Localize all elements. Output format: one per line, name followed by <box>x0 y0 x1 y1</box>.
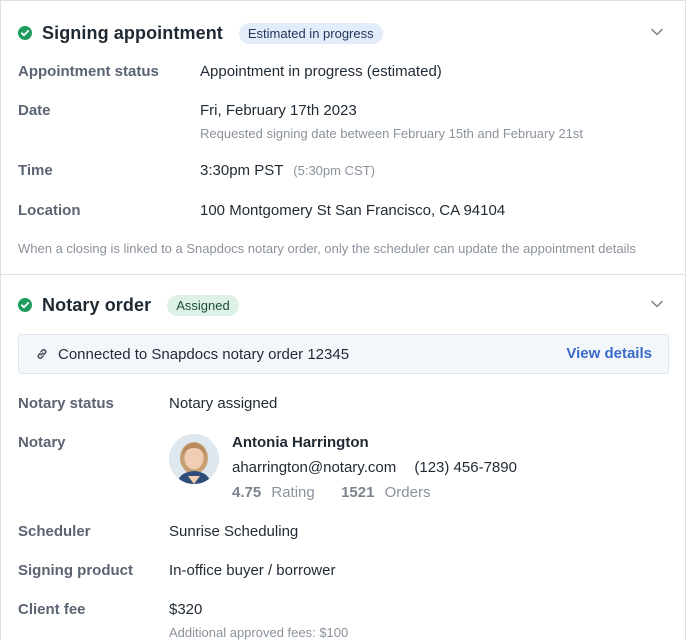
field-value: Fri, February 17th 2023 <box>200 102 357 119</box>
field-subtext: Requested signing date between February … <box>200 126 584 141</box>
rating-label: Rating <box>271 484 315 501</box>
chevron-down-icon[interactable] <box>650 25 664 39</box>
notary-order-header[interactable]: Notary order Assigned <box>18 291 668 319</box>
check-circle-icon <box>18 26 32 40</box>
field-value: 100 Montgomery St San Francisco, CA 9410… <box>200 202 506 219</box>
connected-order-notice: Connected to Snapdocs notary order 12345… <box>18 334 669 374</box>
field-value: $320 <box>169 601 203 618</box>
notary-phone: (123) 456-7890 <box>414 459 517 476</box>
field-label: Date <box>18 102 51 119</box>
field-label: Signing product <box>18 562 133 579</box>
order-details-panel: Signing appointment Estimated in progres… <box>0 0 686 640</box>
status-badge: Estimated in progress <box>238 22 383 44</box>
signing-appointment-section: Signing appointment Estimated in progres… <box>1 1 685 275</box>
view-details-link[interactable]: View details <box>566 345 652 362</box>
field-label: Client fee <box>18 601 86 618</box>
status-badge: Assigned <box>167 294 239 316</box>
notary-photo <box>169 434 219 484</box>
field-value: Appointment in progress (estimated) <box>200 63 442 80</box>
check-circle-icon <box>18 298 32 312</box>
section-title: Signing appointment <box>42 22 223 43</box>
field-label: Time <box>18 162 53 179</box>
field-value: Sunrise Scheduling <box>169 523 299 540</box>
notary-stats: 4.75 Rating 1521 Orders <box>232 484 430 501</box>
notary-row: Notary Antonia Harrington aharrington@no… <box>18 434 668 504</box>
field-label: Appointment status <box>18 63 159 80</box>
time-value: 3:30pm PST <box>200 162 284 179</box>
avatar <box>169 434 219 484</box>
section-title: Notary order <box>42 294 152 315</box>
appointment-note: When a closing is linked to a Snapdocs n… <box>18 241 636 256</box>
link-icon <box>37 349 47 359</box>
notary-order-section: Notary order Assigned Connected to Snapd… <box>1 275 685 640</box>
field-value: 3:30pm PST (5:30pm CST) <box>200 162 375 179</box>
field-label: Notary status <box>18 395 114 412</box>
orders-value: 1521 <box>341 484 375 501</box>
notary-email: aharrington@notary.com <box>232 459 397 476</box>
notary-name: Antonia Harrington <box>232 434 369 451</box>
chevron-down-icon[interactable] <box>650 297 664 311</box>
orders-label: Orders <box>384 484 431 501</box>
field-value: In-office buyer / borrower <box>169 562 336 579</box>
notice-text: Connected to Snapdocs notary order 12345 <box>58 345 350 363</box>
field-label: Scheduler <box>18 523 91 540</box>
notary-contact: aharrington@notary.com (123) 456-7890 <box>232 459 517 476</box>
field-label: Location <box>18 202 81 219</box>
rating-value: 4.75 <box>232 484 262 501</box>
time-alt-zone: (5:30pm CST) <box>293 163 375 178</box>
field-subtext: Additional approved fees: $100 <box>169 625 349 640</box>
signing-appointment-header[interactable]: Signing appointment Estimated in progres… <box>18 19 668 47</box>
field-label: Notary <box>18 434 66 451</box>
field-value: Notary assigned <box>169 395 278 412</box>
